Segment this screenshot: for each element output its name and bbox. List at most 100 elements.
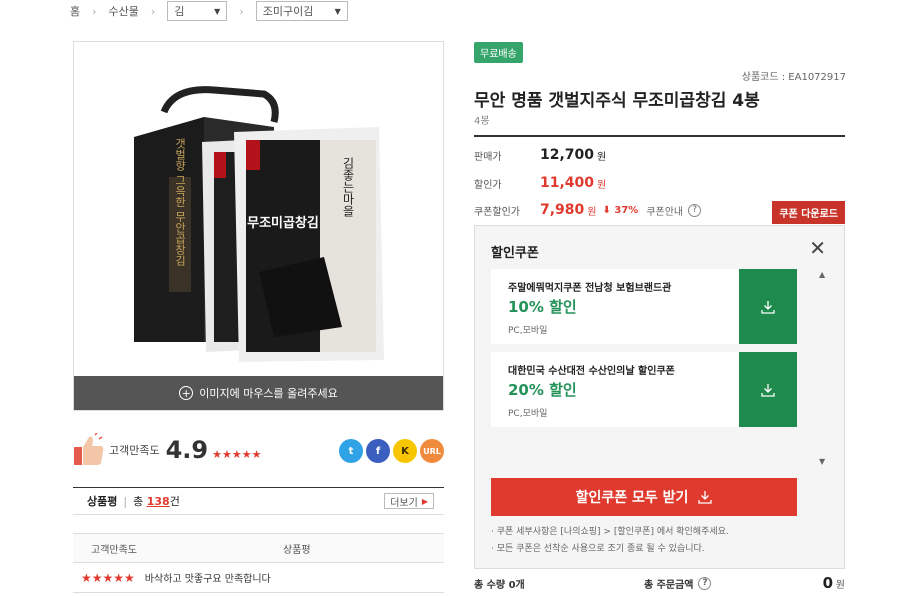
coupon-device: PC,모바일	[508, 409, 548, 419]
sale-price-label: 판매가	[474, 151, 502, 163]
facebook-share-button[interactable]: f	[366, 439, 390, 463]
scroll-up-icon[interactable]: ▲	[819, 270, 825, 279]
breadcrumb-home[interactable]: 홈	[70, 3, 80, 19]
twitter-share-button[interactable]: t	[339, 439, 363, 463]
subcategory-select-value: 조미구이김	[262, 5, 314, 18]
coupon-item: 주말에뭐먹지쿠폰 전남청 보험브랜드관 10% 할인 PC,모바일	[491, 269, 797, 344]
coupon-download-icon-button[interactable]	[739, 269, 797, 344]
coupon-rate-value: 37%	[614, 204, 639, 216]
coupon-note: 쿠폰 세부사항은 [나의쇼핑] > [할인쿠폰] 에서 확인해주세요.	[496, 527, 729, 537]
currency-unit: 원	[597, 179, 607, 191]
table-row[interactable]: ★★★★★ 바삭하고 맛좋구요 만족합니다	[73, 563, 444, 593]
sale-price: 12,700	[540, 147, 595, 163]
total-quantity: 총 수량 0개	[474, 579, 525, 591]
product-photo: 갯벌향 그윽한 무안곱창김 무조미곱창김 김좋는마을	[134, 86, 384, 362]
coupon-percent: 20% 할인	[508, 381, 577, 399]
order-total: 총 수량 0개 총 주문금액 ? 0 원	[474, 573, 845, 593]
download-all-coupons-button[interactable]: 할인쿠폰 모두 받기	[491, 478, 797, 516]
box-label: 갯벌향 그윽한 무안곱창김	[174, 138, 187, 266]
coupon-list-scrollbar[interactable]: ▲ ▼	[818, 270, 828, 466]
review-total-prefix: 총	[133, 495, 144, 508]
review-header: 상품평 | 총 138 건 더보기 ▶	[73, 487, 444, 515]
chevron-right-icon: ▶	[421, 496, 428, 506]
breadcrumb-separator: ›	[150, 4, 156, 18]
download-icon	[761, 300, 775, 314]
subcategory-select[interactable]: 조미구이김 ▼	[255, 1, 348, 21]
chevron-down-icon: ▼	[214, 6, 221, 16]
review-total-suffix: 건	[169, 495, 180, 508]
breadcrumb-category[interactable]: 수산물	[109, 3, 139, 19]
coupon-device: PC,모바일	[508, 326, 548, 336]
coupon-price-label: 쿠폰할인가	[474, 206, 520, 218]
column-review: 상품평	[283, 544, 311, 556]
coupon-note: 모든 쿠폰은 선착순 사용으로 조기 종료 될 수 있습니다.	[496, 544, 705, 554]
scroll-down-icon[interactable]: ▼	[819, 457, 825, 466]
review-title: 상품평	[87, 495, 118, 508]
customer-rating: 고객만족도 4.9 ★★★★★ t f K URL	[73, 430, 444, 470]
bag-label: 무조미곱창김	[247, 215, 319, 231]
category-select-value: 김	[174, 5, 185, 18]
twitter-icon: t	[348, 445, 354, 457]
review-stars: ★★★★★	[81, 570, 135, 585]
coupon-notes: · 쿠폰 세부사항은 [나의쇼핑] > [할인쿠폰] 에서 확인해주세요. · …	[491, 527, 729, 554]
coupon-name: 주말에뭐먹지쿠폰 전남청 보험브랜드관	[508, 283, 672, 294]
total-amount: 0	[822, 574, 833, 592]
coupon-info-link[interactable]: 쿠폰안내	[646, 203, 683, 218]
help-icon[interactable]: ?	[688, 203, 702, 217]
currency-unit: 원	[587, 206, 597, 218]
coupon-panel: 할인쿠폰 ✕ 주말에뭐먹지쿠폰 전남청 보험브랜드관 10% 할인 PC,모바일…	[474, 225, 845, 569]
total-amount-text: 총 주문금액	[644, 579, 694, 591]
review-more-button[interactable]: 더보기 ▶	[384, 493, 434, 509]
divider: |	[123, 494, 128, 508]
plus-circle-icon: +	[179, 386, 194, 400]
coupon-price: 7,980	[540, 202, 585, 218]
coupon-panel-title: 할인쿠폰	[491, 246, 539, 261]
download-all-label: 할인쿠폰 모두 받기	[575, 490, 689, 506]
url-icon: URL	[423, 446, 441, 456]
url-copy-button[interactable]: URL	[420, 439, 444, 463]
currency-unit: 원	[835, 579, 845, 591]
product-title: 무안 명품 갯벌지주식 무조미곱창김 4봉	[474, 91, 760, 111]
kakao-share-button[interactable]: K	[393, 439, 417, 463]
breadcrumb-separator: ›	[239, 4, 244, 18]
coupon-download-button[interactable]: 쿠폰 다운로드	[772, 201, 845, 224]
chevron-down-icon: ▼	[334, 6, 341, 16]
breadcrumb: 홈 › 수산물 › 김 ▼ › 조미구이김 ▼	[70, 0, 348, 22]
product-subtitle: 4봉	[474, 116, 490, 127]
rating-stars: ★★★★★	[212, 447, 262, 461]
arrow-down-icon: ⬇	[602, 204, 611, 216]
divider	[474, 135, 845, 137]
kakao-icon: K	[401, 445, 409, 457]
currency-unit: 원	[597, 151, 607, 163]
rating-label: 고객만족도	[109, 444, 160, 457]
more-label: 더보기	[390, 497, 418, 509]
coupon-download-icon-button[interactable]	[739, 352, 797, 427]
review-text: 바삭하고 맛좋구요 만족합니다	[144, 574, 271, 585]
discount-price: 11,400	[540, 175, 595, 191]
discount-price-row: 할인가 11,400 원	[474, 173, 606, 193]
download-icon	[698, 491, 713, 504]
review-count: 138	[146, 494, 170, 508]
coupon-item: 대한민국 수산대전 수산인의날 할인쿠폰 20% 할인 PC,모바일	[491, 352, 797, 427]
download-icon	[761, 383, 775, 397]
help-icon[interactable]: ?	[698, 576, 712, 590]
rating-score: 4.9	[165, 436, 209, 464]
brand-label: 김좋는마을	[341, 157, 355, 217]
hover-hint-text: 이미지에 마우스를 올려주세요	[199, 387, 338, 400]
coupon-rate: ⬇ 37%	[603, 205, 639, 216]
discount-price-label: 할인가	[474, 179, 502, 191]
thumbs-up-icon	[73, 432, 105, 467]
sale-price-row: 판매가 12,700 원	[474, 145, 606, 165]
close-icon[interactable]: ✕	[809, 238, 826, 258]
product-code: 상품코드 : EA1072917	[741, 72, 846, 83]
breadcrumb-separator: ›	[92, 4, 97, 18]
category-select-seaweed[interactable]: 김 ▼	[167, 1, 228, 21]
product-image[interactable]: 갯벌향 그윽한 무안곱창김 무조미곱창김 김좋는마을 + 이미지에 마우스를 올…	[73, 41, 444, 411]
share-buttons: t f K URL	[339, 439, 444, 463]
total-amount-label: 총 주문금액 ?	[644, 576, 712, 591]
coupon-name: 대한민국 수산대전 수산인의날 할인쿠폰	[508, 366, 675, 377]
coupon-percent: 10% 할인	[508, 298, 577, 316]
review-table-header: 고객만족도 상품평	[73, 533, 444, 563]
image-hover-hint: + 이미지에 마우스를 올려주세요	[74, 376, 443, 410]
facebook-icon: f	[375, 445, 381, 457]
